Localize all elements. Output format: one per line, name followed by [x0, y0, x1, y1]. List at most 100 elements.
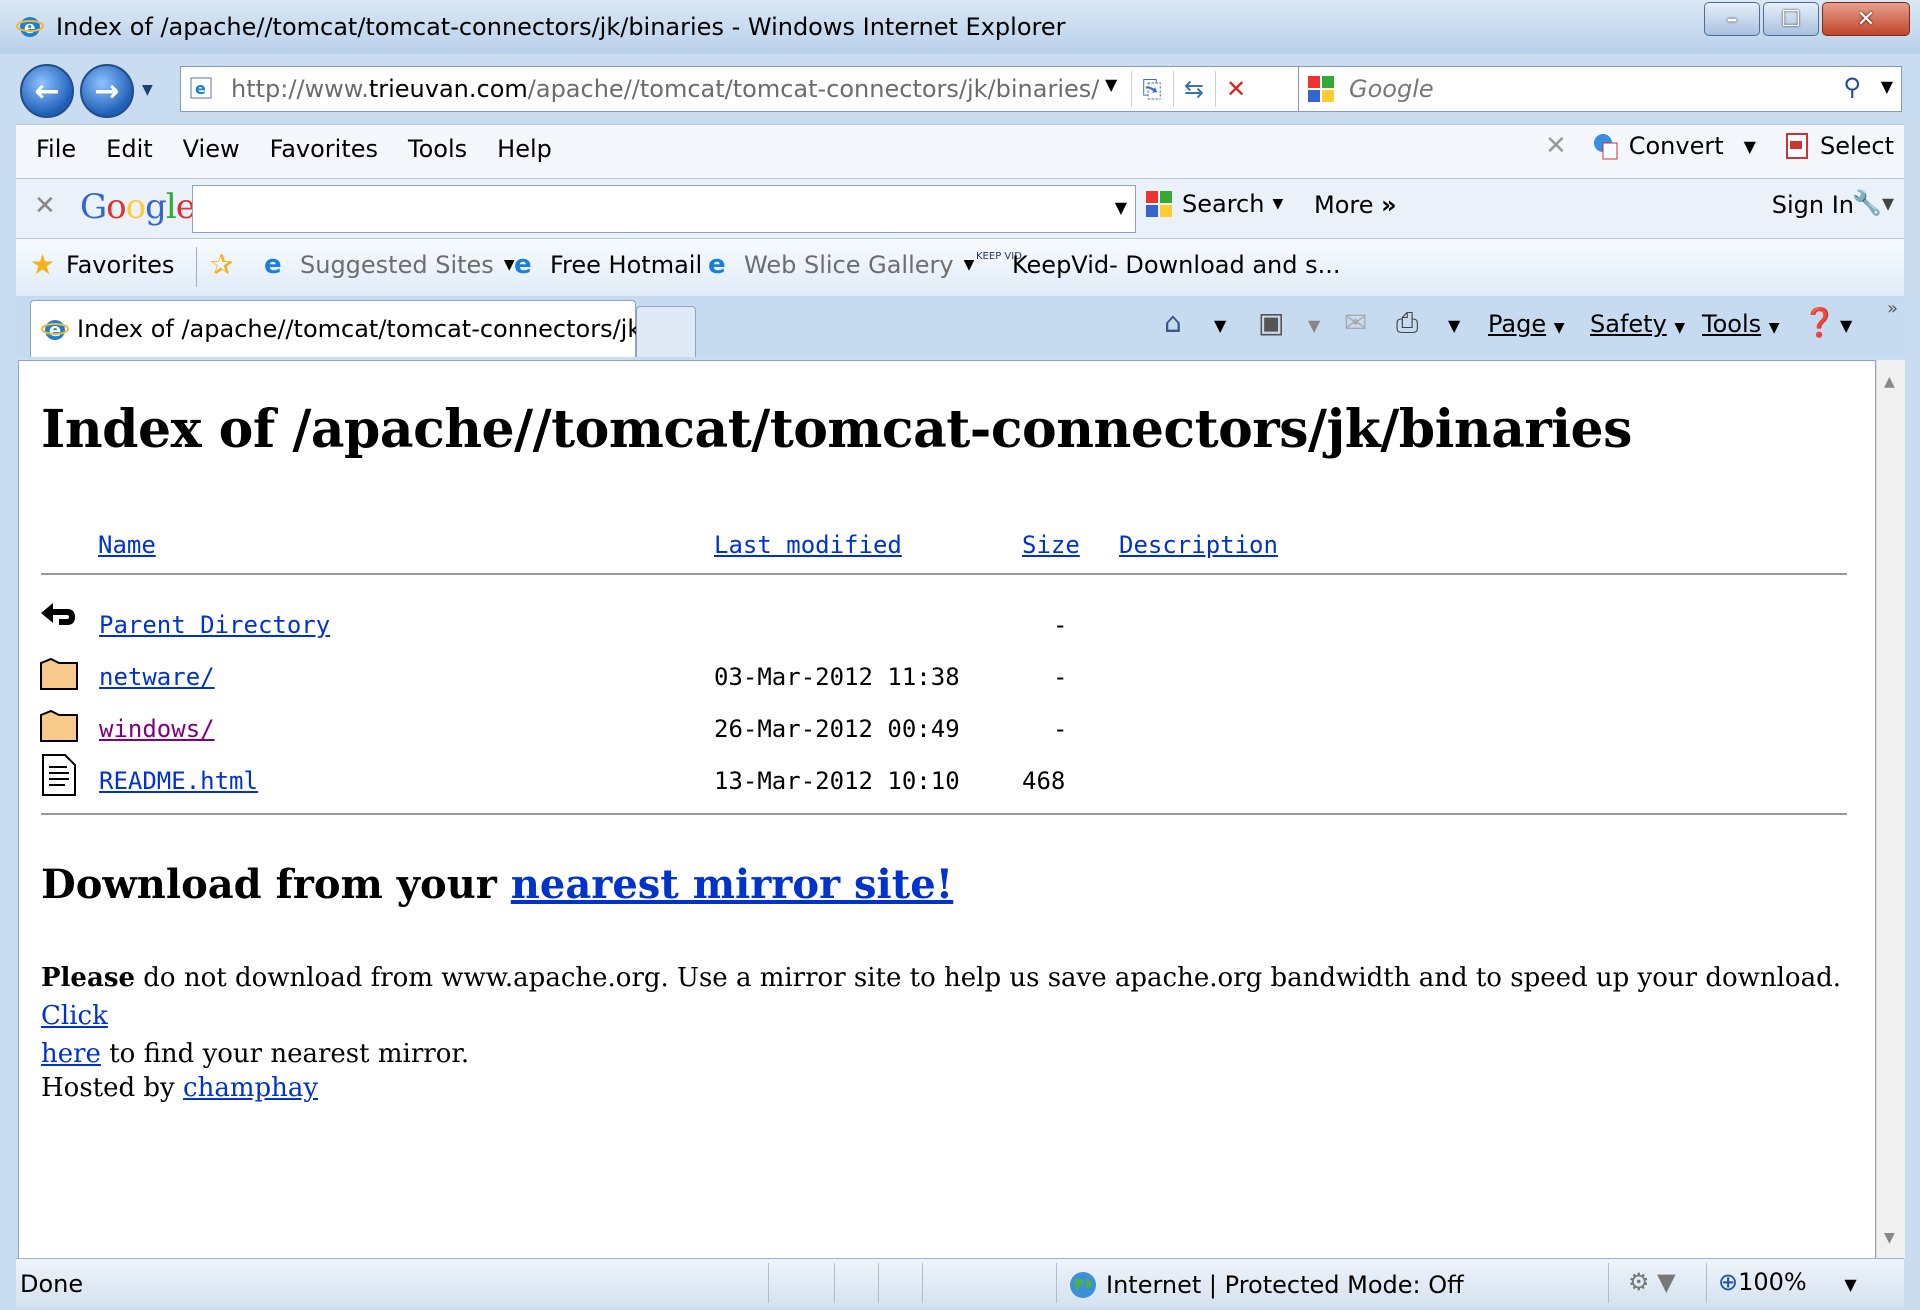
- maximize-button[interactable]: ☐: [1763, 2, 1819, 36]
- search-icon[interactable]: ⚲: [1843, 73, 1861, 101]
- select-button[interactable]: Select: [1782, 131, 1894, 161]
- add-to-favorites-button[interactable]: ✰: [210, 251, 246, 279]
- folder-icon: [40, 709, 78, 742]
- menu-help[interactable]: Help: [497, 135, 552, 163]
- favorites-button[interactable]: ★ Favorites: [30, 248, 174, 281]
- keepvid-link[interactable]: KEEP VID KeepVid- Download and s...: [976, 251, 1341, 279]
- keepvid-label: KeepVid- Download and s...: [1012, 251, 1341, 279]
- here-link[interactable]: here: [41, 1039, 101, 1069]
- more-button[interactable]: More »: [1314, 191, 1397, 219]
- close-toolbar-icon[interactable]: ✕: [1545, 131, 1567, 161]
- table-row-name-link[interactable]: Parent Directory: [99, 611, 330, 639]
- scroll-up-icon[interactable]: ▲: [1884, 374, 1895, 390]
- compatibility-view-button[interactable]: ⎘: [1131, 71, 1172, 107]
- favorites-bar: ★ Favorites ✰ e Suggested Sites ▼ e Free…: [16, 238, 1904, 297]
- suggested-sites-link[interactable]: e Suggested Sites ▼: [264, 251, 515, 279]
- home-dropdown-icon[interactable]: ▼: [1214, 316, 1226, 335]
- convert-dropdown-icon[interactable]: ▼: [1744, 137, 1756, 156]
- home-icon[interactable]: ⌂: [1164, 306, 1182, 339]
- address-bar[interactable]: e http://www.trieuvan.com/apache//tomcat…: [180, 66, 1302, 112]
- search-placeholder: Google: [1349, 75, 1434, 103]
- table-row-name-link[interactable]: netware/: [99, 663, 215, 691]
- google-search-dropdown[interactable]: ▼: [1115, 198, 1127, 217]
- stop-button[interactable]: ✕: [1215, 71, 1256, 107]
- zoom-control[interactable]: ⊕100% ▼: [1718, 1268, 1857, 1296]
- search-options-dropdown[interactable]: ▼: [1272, 196, 1283, 212]
- google-logo: Google: [80, 187, 196, 227]
- close-window-button[interactable]: ✕: [1822, 2, 1910, 36]
- page-content: Index of /apache//tomcat/tomcat-connecto…: [18, 360, 1876, 1260]
- convert-button[interactable]: Convert ▼: [1591, 131, 1756, 161]
- new-tab-button[interactable]: [636, 306, 696, 357]
- search-provider-dropdown[interactable]: ▼: [1881, 77, 1893, 96]
- text-file-icon: [42, 754, 76, 796]
- print-icon[interactable]: ⎙: [1396, 306, 1418, 340]
- table-row-size: -: [1053, 611, 1068, 639]
- tools-menu[interactable]: Tools ▼: [1702, 310, 1780, 338]
- keepvid-icon: KEEP VID: [976, 251, 1022, 262]
- hosted-by: Hosted by champhay: [41, 1073, 318, 1103]
- sort-by-modified-link[interactable]: Last modified: [714, 531, 902, 559]
- menu-favorites[interactable]: Favorites: [270, 135, 378, 163]
- table-row-name-link[interactable]: README.html: [99, 767, 258, 795]
- sort-by-description-link[interactable]: Description: [1119, 531, 1278, 559]
- menu-file[interactable]: File: [36, 135, 76, 163]
- free-hotmail-link[interactable]: e Free Hotmail: [514, 251, 702, 279]
- sign-in-button[interactable]: Sign In: [1772, 191, 1854, 219]
- feeds-dropdown-icon[interactable]: ▼: [1308, 316, 1320, 335]
- google-search-input[interactable]: ▼: [192, 185, 1136, 233]
- address-dropdown[interactable]: ▼: [1105, 75, 1117, 94]
- web-slice-gallery-link[interactable]: e Web Slice Gallery ▼: [708, 251, 974, 279]
- status-divider: [834, 1263, 835, 1303]
- sort-by-name-link[interactable]: Name: [98, 531, 156, 559]
- nearest-mirror-link[interactable]: nearest mirror site!: [511, 861, 953, 908]
- search-box[interactable]: Google ⚲ ▼: [1298, 66, 1902, 112]
- recent-pages-dropdown[interactable]: ▼: [142, 82, 153, 98]
- scroll-down-icon[interactable]: ▼: [1884, 1230, 1895, 1246]
- status-divider: [1706, 1263, 1707, 1303]
- table-row-size: -: [1053, 715, 1068, 743]
- zone-label: Internet | Protected Mode: Off: [1106, 1271, 1464, 1299]
- forward-button[interactable]: →: [80, 64, 134, 118]
- menu-bar: File Edit View Favorites Tools Help ✕ Co…: [16, 124, 1904, 179]
- safety-menu[interactable]: Safety ▼: [1590, 310, 1685, 338]
- stop-icon: ✕: [1225, 75, 1247, 103]
- protected-mode-icon[interactable]: ⚙ ▼: [1628, 1268, 1676, 1296]
- forward-arrow-icon: →: [94, 73, 120, 109]
- close-google-toolbar-icon[interactable]: ✕: [34, 191, 56, 221]
- google-search-button[interactable]: Search ▼: [1144, 189, 1283, 219]
- back-button[interactable]: ←: [20, 64, 74, 118]
- feeds-icon[interactable]: ▣: [1258, 306, 1284, 339]
- status-bar: Done Internet | Protected Mode: Off ⚙ ▼ …: [16, 1258, 1904, 1307]
- menu-tools[interactable]: Tools: [408, 135, 467, 163]
- menu-view[interactable]: View: [183, 135, 240, 163]
- champhay-link[interactable]: champhay: [183, 1073, 318, 1103]
- sort-by-size-link[interactable]: Size: [1022, 531, 1080, 559]
- table-row-modified: 26-Mar-2012 00:49: [714, 715, 960, 743]
- help-dropdown-icon[interactable]: ▼: [1840, 316, 1852, 335]
- folder-icon: [40, 657, 78, 690]
- window-title: Index of /apache//tomcat/tomcat-connecto…: [56, 13, 1066, 41]
- vertical-scrollbar[interactable]: ▲ ▼: [1876, 360, 1905, 1258]
- ie-page-icon: e: [708, 250, 726, 280]
- help-icon[interactable]: ❓: [1802, 306, 1837, 339]
- menu-edit[interactable]: Edit: [106, 135, 152, 163]
- page-icon: e: [190, 77, 212, 99]
- toolbar-overflow-icon[interactable]: »: [1887, 298, 1898, 319]
- chevron-down-icon: ▼: [503, 257, 515, 273]
- header-divider: [41, 573, 1847, 575]
- mail-icon[interactable]: ✉: [1344, 306, 1367, 339]
- refresh-button[interactable]: ⇆: [1173, 71, 1214, 107]
- table-row-name-link[interactable]: windows/: [99, 715, 215, 743]
- maximize-icon: ☐: [1781, 6, 1801, 32]
- mirror-notice-text: do not download from www.apache.org. Use…: [135, 963, 1841, 993]
- security-zone[interactable]: Internet | Protected Mode: Off: [1068, 1270, 1464, 1300]
- tab-active[interactable]: e Index of /apache//tomcat/tomcat-connec…: [30, 300, 664, 357]
- wrench-icon[interactable]: 🔧▾: [1852, 189, 1894, 217]
- page-menu[interactable]: Page ▼: [1488, 310, 1565, 338]
- minimize-button[interactable]: –: [1704, 2, 1760, 36]
- print-dropdown-icon[interactable]: ▼: [1448, 316, 1460, 335]
- star-icon: ★: [30, 248, 56, 281]
- status-divider: [878, 1263, 879, 1303]
- click-link[interactable]: Click: [41, 1001, 108, 1031]
